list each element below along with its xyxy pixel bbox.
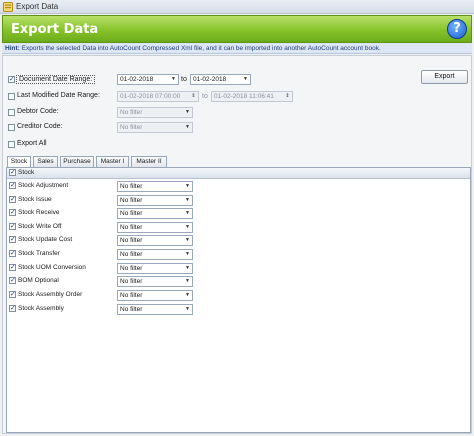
row-label: BOM Optional (18, 277, 59, 284)
stock-assembly-filter-select[interactable]: No filter ▼ (117, 304, 193, 315)
document-date-to-field[interactable]: 01-02-2018 ▼ (190, 74, 251, 85)
chevron-down-icon: ▼ (185, 124, 190, 130)
stock-group-label: Stock (18, 169, 35, 176)
spinner-icon: ⇕ (285, 93, 290, 99)
tab-master-ii[interactable]: Master II (131, 156, 167, 167)
chevron-down-icon: ▼ (185, 210, 190, 216)
row-label: Stock Issue (18, 196, 52, 203)
tab-purchase[interactable]: Purchase (60, 156, 94, 167)
stock-write-off-checkbox[interactable] (9, 222, 16, 230)
creditor-code-label: Creditor Code: (17, 123, 63, 130)
spinner-icon: ⇕ (191, 93, 196, 99)
export-all-checkbox[interactable] (8, 141, 15, 148)
creditor-code-checkbox[interactable] (8, 124, 15, 131)
document-date-from-field[interactable]: 01-02-2018 ▼ (117, 74, 179, 85)
stock-assembly-order-checkbox[interactable] (9, 290, 16, 298)
stock-receive-checkbox[interactable] (9, 208, 16, 216)
stock-uom-conversion-checkbox[interactable] (9, 263, 16, 271)
row-label: Stock Assembly Order (18, 291, 83, 298)
chevron-down-icon: ▼ (185, 278, 190, 284)
document-date-range-checkbox[interactable] (8, 75, 15, 83)
chevron-down-icon: ▼ (185, 109, 190, 115)
chevron-down-icon: ▼ (243, 76, 248, 82)
chevron-down-icon: ▼ (171, 76, 176, 82)
export-all-label: Export All (17, 140, 47, 147)
document-date-range-label: Document Date Range: (16, 75, 96, 84)
last-modified-range-checkbox[interactable] (8, 93, 15, 100)
stock-adjustment-checkbox[interactable] (9, 181, 16, 189)
chevron-down-icon: ▼ (185, 265, 190, 271)
row-label: Stock Update Cost (18, 236, 73, 243)
stock-update-cost-filter-select[interactable]: No filter ▼ (117, 235, 193, 246)
stock-transfer-checkbox[interactable] (9, 249, 16, 257)
chevron-down-icon: ▼ (185, 292, 190, 298)
row-label: Stock Adjustment (18, 182, 69, 189)
export-button[interactable]: Export (421, 70, 468, 84)
row-label: Stock Transfer (18, 250, 60, 257)
debtor-code-checkbox[interactable] (8, 109, 15, 116)
hint-bar: Hint: Exports the selected Data into Aut… (2, 43, 472, 54)
stock-assembly-checkbox[interactable] (9, 304, 16, 312)
stock-group-header: Stock (7, 168, 470, 179)
stock-update-cost-checkbox[interactable] (9, 235, 16, 243)
window-titlebar: Export Data (0, 0, 474, 14)
stock-issue-checkbox[interactable] (9, 195, 16, 203)
stock-uom-conversion-filter-select[interactable]: No filter ▼ (117, 263, 193, 274)
row-label: Stock Receive (18, 209, 60, 216)
stock-adjustment-filter-select[interactable]: No filter ▼ (117, 181, 193, 192)
last-modified-to-field[interactable]: 01-02-2018 11:06:41 ⇕ (211, 91, 293, 102)
stock-assembly-order-filter-select[interactable]: No filter ▼ (117, 290, 193, 301)
export-options-frame: Document Date Range: 01-02-2018 ▼ to 01-… (2, 55, 472, 434)
last-modified-range-label: Last Modified Date Range: (17, 92, 100, 99)
chevron-down-icon: ▼ (185, 251, 190, 257)
bom-optional-filter-select[interactable]: No filter ▼ (117, 276, 193, 287)
debtor-code-label: Debtor Code: (17, 108, 59, 115)
app-icon (3, 2, 13, 12)
creditor-code-select[interactable]: No filter ▼ (117, 122, 193, 133)
chevron-down-icon: ▼ (185, 224, 190, 230)
hint-prefix: Hint: (5, 45, 20, 52)
row-label: Stock Write Off (18, 223, 62, 230)
hint-text: Exports the selected Data into AutoCount… (21, 45, 381, 52)
chevron-down-icon: ▼ (185, 197, 190, 203)
chevron-down-icon: ▼ (185, 237, 190, 243)
document-date-to-label: to (181, 76, 187, 83)
bom-optional-checkbox[interactable] (9, 276, 16, 284)
row-label: Stock UOM Conversion (18, 264, 86, 271)
stock-receive-filter-select[interactable]: No filter ▼ (117, 208, 193, 219)
debtor-code-select[interactable]: No filter ▼ (117, 107, 193, 118)
stock-issue-filter-select[interactable]: No filter ▼ (117, 195, 193, 206)
tab-sales[interactable]: Sales (33, 156, 58, 167)
header-banner: Export Data ? (2, 15, 472, 43)
tab-master-i[interactable]: Master I (96, 156, 129, 167)
stock-group-checkbox[interactable] (9, 168, 16, 176)
help-icon[interactable]: ? (447, 19, 467, 39)
chevron-down-icon: ▼ (185, 306, 190, 312)
window-title: Export Data (16, 2, 59, 11)
stock-write-off-filter-select[interactable]: No filter ▼ (117, 222, 193, 233)
chevron-down-icon: ▼ (185, 183, 190, 189)
last-modified-from-field[interactable]: 01-02-2018 07:00:00 ⇕ (117, 91, 199, 102)
row-label: Stock Assembly (18, 305, 64, 312)
stock-transfer-filter-select[interactable]: No filter ▼ (117, 249, 193, 260)
last-modified-to-label: to (202, 93, 208, 100)
stock-tab-panel: Stock Stock Adjustment No filter ▼ Stock… (6, 167, 471, 433)
page-title: Export Data (11, 22, 99, 37)
